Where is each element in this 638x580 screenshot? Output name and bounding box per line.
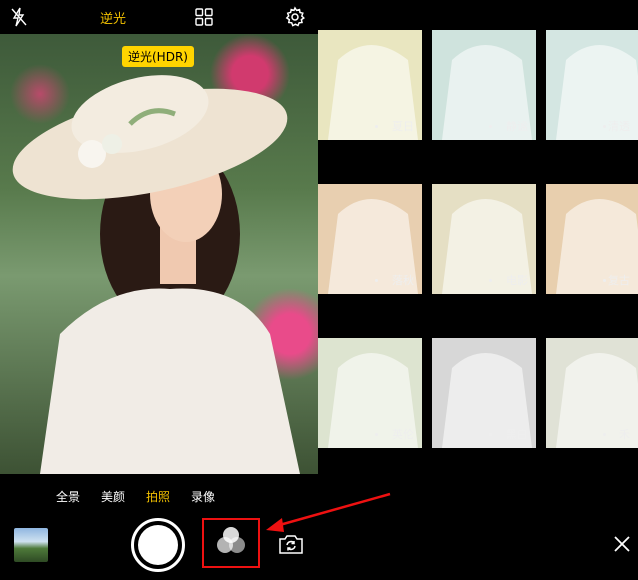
filter-icon xyxy=(217,527,245,553)
switch-camera-icon[interactable] xyxy=(278,532,304,556)
filter-tile-2[interactable]: 清透 xyxy=(546,30,638,140)
grid-icon[interactable] xyxy=(193,6,215,28)
filter-tile-5[interactable]: 复古 xyxy=(546,184,638,294)
filter-grid: 夏日 静谧 清透 落秋 电影 复古 英伦 黑白 禾 xyxy=(318,30,638,474)
filter-tile-7[interactable]: 黑白 xyxy=(432,338,536,448)
filter-label: 英伦 xyxy=(392,428,414,441)
filter-label: 清透 xyxy=(608,120,630,133)
filter-label: 电影 xyxy=(506,274,528,287)
top-bar: 逆光 xyxy=(0,0,318,34)
shutter-button[interactable] xyxy=(131,518,185,572)
filter-label: 禾 xyxy=(619,428,630,441)
annotation-arrow xyxy=(266,492,391,532)
filter-tile-8[interactable]: 禾 xyxy=(546,338,638,448)
filter-label: 复古 xyxy=(608,274,630,287)
filter-label: 夏日 xyxy=(392,120,414,133)
flash-off-icon[interactable] xyxy=(8,6,30,28)
preview-photo xyxy=(12,75,300,474)
mode-photo[interactable]: 拍照 xyxy=(146,488,170,505)
mode-panorama[interactable]: 全景 xyxy=(56,488,80,505)
filter-label: 黑白 xyxy=(506,428,528,441)
filter-label: 静谧 xyxy=(506,120,528,133)
filter-tile-0[interactable]: 夏日 xyxy=(318,30,422,140)
close-icon[interactable] xyxy=(612,534,632,554)
camera-preview[interactable] xyxy=(0,34,318,474)
gallery-thumbnail[interactable] xyxy=(14,528,48,562)
filter-tile-1[interactable]: 静谧 xyxy=(432,30,536,140)
mode-beauty[interactable]: 美颜 xyxy=(101,488,125,505)
shutter-icon xyxy=(138,525,178,565)
mode-video[interactable]: 录像 xyxy=(191,488,215,505)
filter-tile-4[interactable]: 电影 xyxy=(432,184,536,294)
filter-tile-3[interactable]: 落秋 xyxy=(318,184,422,294)
gear-icon[interactable] xyxy=(284,6,306,28)
filter-label: 落秋 xyxy=(392,274,414,287)
hdr-mode-label[interactable]: 逆光 xyxy=(100,8,126,27)
filter-button[interactable] xyxy=(202,518,260,568)
filter-tile-6[interactable]: 英伦 xyxy=(318,338,422,448)
hdr-badge: 逆光(HDR) xyxy=(122,46,194,67)
